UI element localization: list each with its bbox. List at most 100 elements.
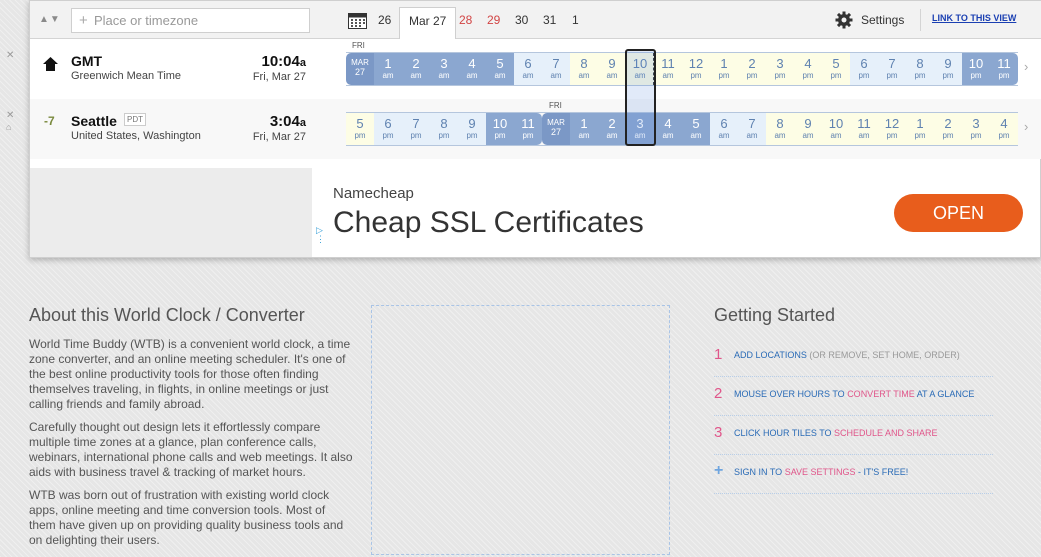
settings-button[interactable]: Settings [861,13,904,27]
hour-tile[interactable]: 11 pm [514,113,542,145]
toolbar: ▲▼ + 26 Mar 27 28 29 30 31 1 [30,1,1041,40]
city-name: GMT [71,53,103,69]
hour-tile[interactable]: 3 pm [962,113,990,145]
utc-offset: -7 [44,114,55,128]
hour-tile[interactable]: 6 am [514,53,542,85]
hour-tile[interactable]: 8 pm [906,53,934,85]
city-description: Greenwich Mean Time [71,70,182,82]
about-paragraph: World Time Buddy (WTB) is a convenient w… [29,337,351,411]
date-tab-29[interactable]: 29 [487,13,500,27]
hour-tile[interactable]: 7 am [738,113,766,145]
step-schedule-share[interactable]: 3 CLICK HOUR TILES TO SCHEDULE AND SHARE [714,416,993,455]
hour-tile[interactable]: 5 pm [346,113,374,145]
hour-tile[interactable]: 10 pm [962,53,990,85]
hour-tile[interactable]: 1 pm [710,53,738,85]
hour-tile[interactable]: 6 pm [374,113,402,145]
hour-tile[interactable]: 8 am [766,113,794,145]
hour-tile[interactable]: 11 am [850,113,878,145]
hour-tile[interactable]: 9 pm [458,113,486,145]
hour-tile[interactable]: 7 am [542,53,570,85]
hour-tile[interactable]: 4 am [458,53,486,85]
timezone-row-gmt: GMT Greenwich Mean Time 10:04a Fri, Mar … [30,39,1041,99]
hour-strip: MAR 27 1 am 2 am 3 am 4 am 5 am 6 am 7 am 8 am 9a… [346,52,1018,86]
link-to-this-view[interactable]: LINK TO THIS VIEW [932,13,1016,23]
day-label: FRI [352,41,365,50]
hour-tile[interactable]: 5 am [682,113,710,145]
hover-column-highlight [625,49,656,146]
search-input[interactable] [94,12,304,29]
date-tab-1[interactable]: 1 [572,13,579,27]
current-date: Fri, Mar 27 [252,71,306,83]
getting-started-title: Getting Started [714,305,836,325]
timezone-row-seattle: -7 Seattle PDT United States, Washington… [30,99,1041,159]
date-tile[interactable]: MAR 27 [542,113,570,145]
city-name: Seattle [71,113,117,129]
plus-icon: + [714,462,724,479]
hour-tile[interactable]: 1 am [570,113,598,145]
hour-tile[interactable]: 10 am [822,113,850,145]
toolbar-divider [920,9,921,31]
ad-open-button[interactable]: OPEN [894,194,1023,232]
hour-tile[interactable]: 8 pm [430,113,458,145]
hour-tile[interactable]: 3 pm [766,53,794,85]
hour-tile[interactable]: 11 pm [990,53,1018,85]
hour-tile[interactable]: 2 am [598,113,626,145]
ad-headline[interactable]: Cheap SSL Certificates [333,206,644,240]
hour-tile[interactable]: 2 pm [738,53,766,85]
hour-tile[interactable]: 4 am [654,113,682,145]
step-convert-time[interactable]: 2 MOUSE OVER HOURS TO CONVERT TIME AT A … [714,377,993,416]
date-tab-mar-27[interactable]: Mar 27 [399,7,457,40]
hour-strip: 5 pm 6 pm 7 pm 8 pm 9 pm 10 pm 11 pm MAR 27 1 am … [346,112,1018,146]
ad-banner[interactable]: ▷ ⋮ Namecheap Cheap SSL Certificates OPEN [313,168,1040,257]
hour-tile[interactable]: 9 am [598,53,626,85]
about-paragraph: WTB was born out of frustration with exi… [29,488,344,547]
hour-tile[interactable]: 2 pm [934,113,962,145]
hour-tile[interactable]: 10 pm [486,113,514,145]
hour-tile[interactable]: 3 am [430,53,458,85]
set-home-icon[interactable]: ⌂ [6,122,11,132]
gear-icon[interactable] [835,11,853,29]
step-sign-in[interactable]: + SIGN IN TO SAVE SETTINGS - IT'S FREE! [714,455,993,494]
hour-tile[interactable]: 6 am [710,113,738,145]
ad-choices-icon[interactable]: ▷ ⋮ [316,226,325,244]
sort-arrows-icon[interactable]: ▲▼ [39,14,61,25]
hour-tile[interactable]: 5 am [486,53,514,85]
hour-tile[interactable]: 1 pm [906,113,934,145]
date-tab-30[interactable]: 30 [515,13,528,27]
hour-tile[interactable]: 9 pm [934,53,962,85]
step-add-locations[interactable]: 1 ADD LOCATIONS (OR REMOVE, SET HOME, OR… [714,338,993,377]
remove-row-gmt-icon[interactable]: ✕ [6,50,14,61]
search-box[interactable]: + [71,8,310,33]
remove-row-seattle-icon[interactable]: ✕ [6,110,14,121]
ad-spacer [30,168,312,257]
date-tab-26[interactable]: 26 [378,13,391,27]
chevron-right-icon[interactable]: › [1024,59,1028,74]
about-title: About this World Clock / Converter [29,305,305,325]
hour-tile[interactable]: 1 am [374,53,402,85]
timezone-abbr-badge: PDT [124,113,146,126]
hour-tile[interactable]: 6 pm [850,53,878,85]
hour-tile[interactable]: 5 pm [822,53,850,85]
day-label: FRI [549,101,562,110]
date-tab-28[interactable]: 28 [459,13,472,27]
hour-tile[interactable]: 8 am [570,53,598,85]
hour-tile[interactable]: 11 am [654,53,682,85]
world-clock-panel: ▲▼ + 26 Mar 27 28 29 30 31 1 [29,0,1041,258]
hour-tile[interactable]: 4 pm [794,53,822,85]
hour-tile[interactable]: 12 pm [878,113,906,145]
chevron-right-icon[interactable]: › [1024,119,1028,134]
hour-tile[interactable]: 7 pm [402,113,430,145]
city-description: United States, Washington [71,130,201,142]
hour-tile[interactable]: 2 am [402,53,430,85]
hour-tile[interactable]: 4 pm [990,113,1018,145]
hour-tile[interactable]: 9 am [794,113,822,145]
date-tile[interactable]: MAR 27 [346,53,374,85]
calendar-icon[interactable] [348,11,367,29]
hour-tile[interactable]: 7 pm [878,53,906,85]
date-tab-31[interactable]: 31 [543,13,556,27]
home-icon[interactable] [42,56,59,72]
ad-brand[interactable]: Namecheap [333,185,414,202]
plus-icon: + [79,12,88,29]
hour-tile[interactable]: 12 pm [682,53,710,85]
about-paragraph: Carefully thought out design lets it eff… [29,420,353,479]
